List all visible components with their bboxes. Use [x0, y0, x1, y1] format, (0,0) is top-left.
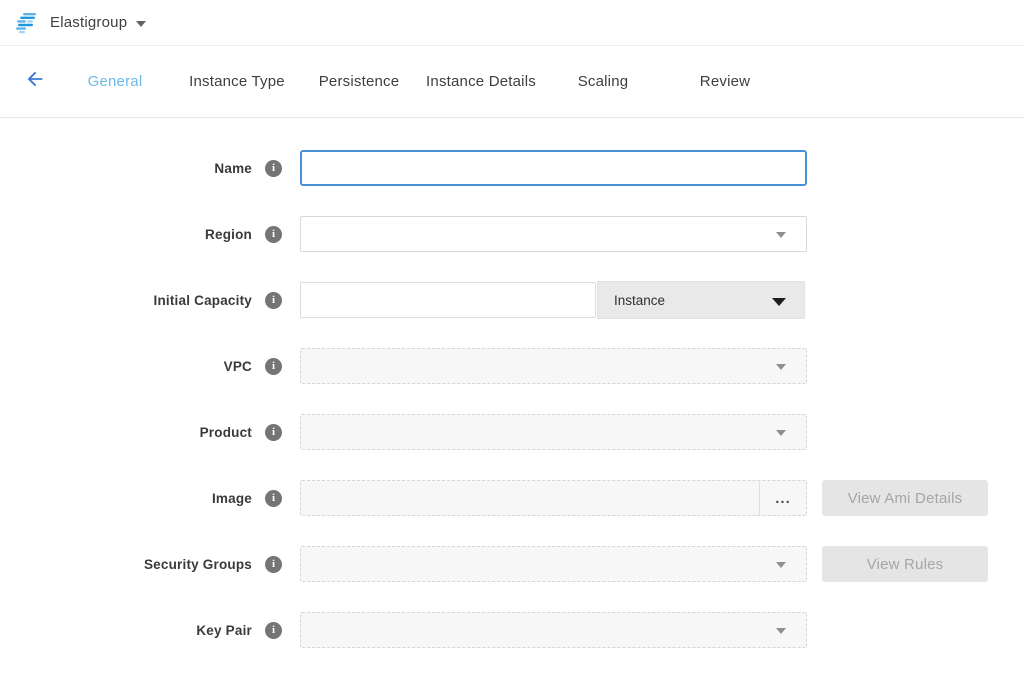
- key-pair-select: [300, 612, 807, 648]
- info-icon[interactable]: i: [265, 292, 282, 309]
- chevron-down-icon: [776, 562, 786, 568]
- wizard-tabs: General Instance Type Persistence Instan…: [54, 73, 786, 90]
- info-icon[interactable]: i: [265, 226, 282, 243]
- info-icon[interactable]: i: [265, 424, 282, 441]
- info-icon[interactable]: i: [265, 490, 282, 507]
- back-button[interactable]: [16, 46, 54, 117]
- chevron-down-icon: [776, 628, 786, 634]
- form-row-image: Image i ... View Ami Details: [0, 480, 1024, 516]
- tab-instance-details[interactable]: Instance Details: [420, 73, 542, 90]
- security-groups-select: [300, 546, 807, 582]
- name-label: Name: [214, 161, 252, 176]
- info-icon[interactable]: i: [265, 622, 282, 639]
- form-row-name: Name i: [0, 150, 1024, 186]
- image-input: ...: [300, 480, 807, 516]
- name-input[interactable]: [300, 150, 807, 186]
- capacity-unit-value: Instance: [614, 293, 665, 308]
- form-row-product: Product i: [0, 414, 1024, 450]
- initial-capacity-input[interactable]: [300, 282, 596, 318]
- info-icon[interactable]: i: [265, 358, 282, 375]
- key-pair-label: Key Pair: [196, 623, 252, 638]
- form-row-key-pair: Key Pair i: [0, 612, 1024, 648]
- initial-capacity-label: Initial Capacity: [154, 293, 252, 308]
- view-rules-button[interactable]: View Rules: [822, 546, 988, 582]
- tab-scaling[interactable]: Scaling: [542, 73, 664, 90]
- product-select: [300, 414, 807, 450]
- wizard-tab-bar: General Instance Type Persistence Instan…: [0, 46, 1024, 118]
- tab-persistence[interactable]: Persistence: [298, 73, 420, 90]
- tab-general[interactable]: General: [54, 73, 176, 90]
- form-row-security-groups: Security Groups i View Rules: [0, 546, 1024, 582]
- security-groups-label: Security Groups: [144, 557, 252, 572]
- form-row-initial-capacity: Initial Capacity i Instance: [0, 282, 1024, 318]
- chevron-down-icon: [776, 232, 786, 238]
- image-label: Image: [212, 491, 252, 506]
- form-row-region: Region i: [0, 216, 1024, 252]
- view-ami-details-button[interactable]: View Ami Details: [822, 480, 988, 516]
- tab-instance-type[interactable]: Instance Type: [176, 73, 298, 90]
- brand-label[interactable]: Elastigroup: [50, 14, 127, 31]
- region-select[interactable]: [300, 216, 807, 252]
- info-icon[interactable]: i: [265, 556, 282, 573]
- chevron-down-icon: [776, 364, 786, 370]
- vpc-label: VPC: [224, 359, 252, 374]
- info-icon[interactable]: i: [265, 160, 282, 177]
- vpc-select: [300, 348, 807, 384]
- product-label: Product: [200, 425, 252, 440]
- region-label: Region: [205, 227, 252, 242]
- back-arrow-icon: [24, 68, 46, 95]
- tab-review[interactable]: Review: [664, 73, 786, 90]
- app-header: Elastigroup: [0, 0, 1024, 46]
- image-browse-button[interactable]: ...: [759, 481, 806, 515]
- capacity-unit-select[interactable]: Instance: [597, 281, 805, 319]
- chevron-down-icon: [776, 430, 786, 436]
- form-row-vpc: VPC i: [0, 348, 1024, 384]
- chevron-down-icon: [772, 298, 786, 306]
- general-form: Name i Region i Initial Capacity i Insta…: [0, 118, 1024, 648]
- brand-caret-down-icon[interactable]: [136, 21, 146, 27]
- elastigroup-logo-icon: [14, 12, 40, 34]
